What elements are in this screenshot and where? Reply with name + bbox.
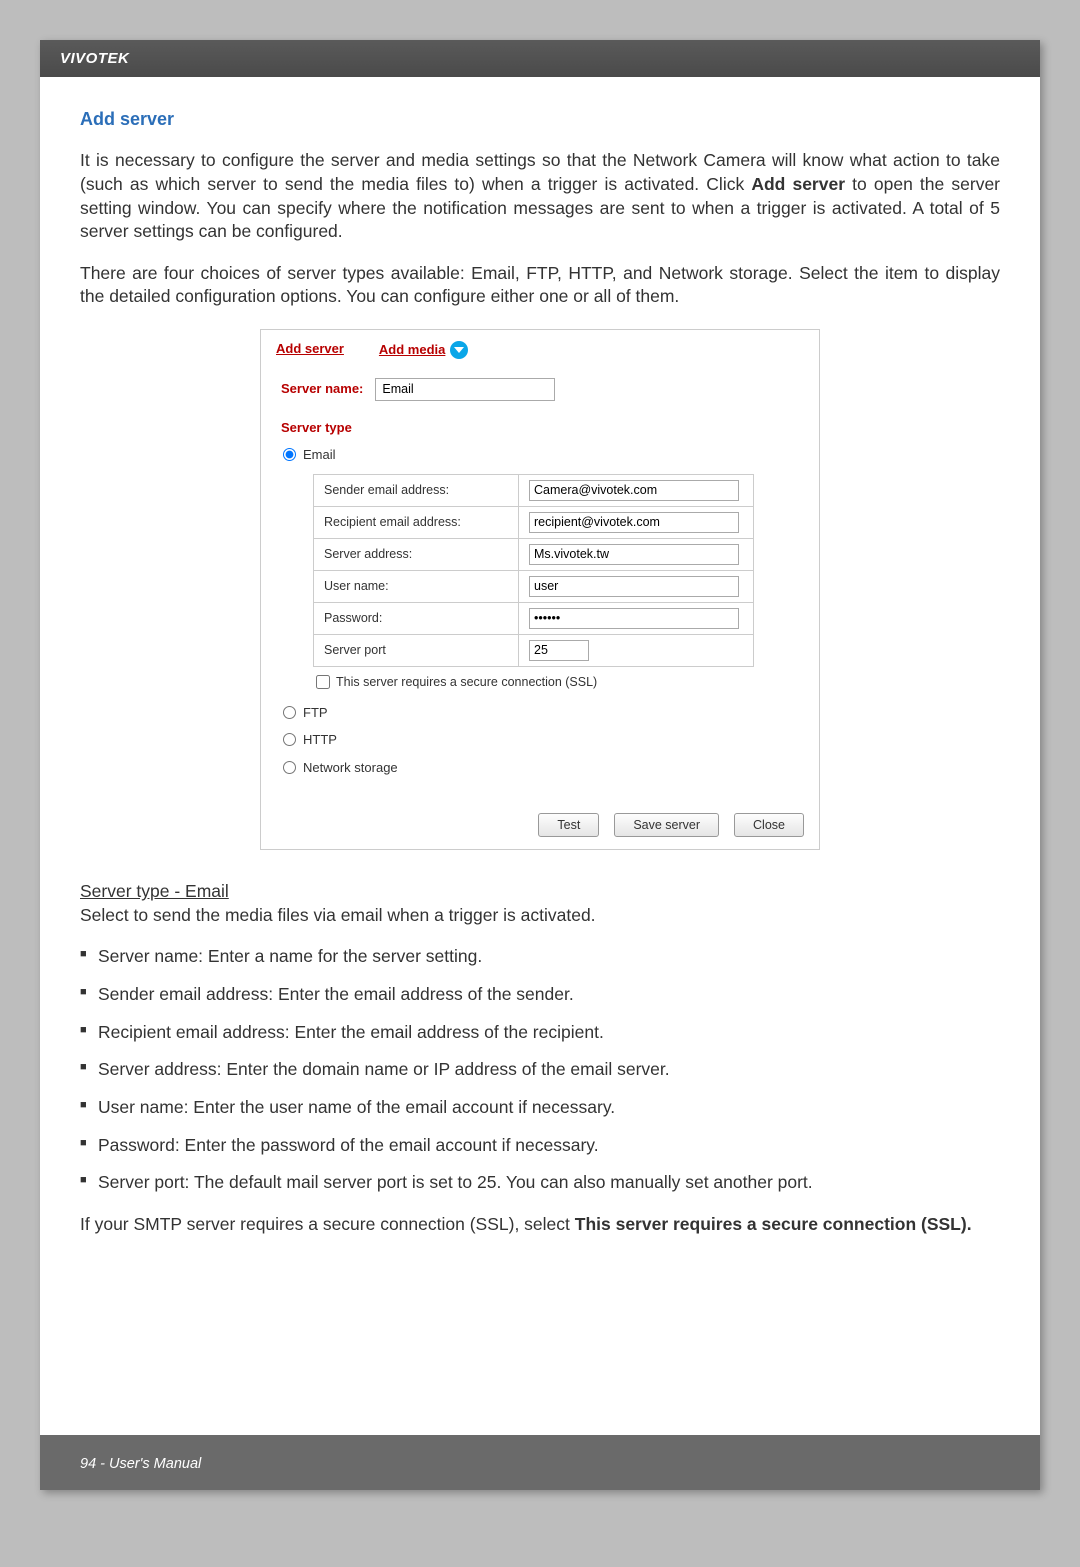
bullet-item: Password: Enter the password of the emai… (80, 1134, 1000, 1158)
radio-ftp-row: FTP (283, 704, 799, 722)
row-sender: Sender email address: (314, 474, 754, 506)
footer-text: 94 - User's Manual (80, 1456, 201, 1472)
header-bar: VIVOTEK (40, 40, 1040, 77)
chevron-down-icon (450, 341, 468, 359)
test-button[interactable]: Test (538, 813, 599, 837)
row-server-address: Server address: (314, 538, 754, 570)
radio-network-storage-label: Network storage (303, 759, 398, 777)
sender-label: Sender email address: (314, 474, 519, 506)
subsection-desc: Select to send the media files via email… (80, 904, 1000, 928)
subsection-heading: Server type - Email (80, 881, 229, 901)
server-port-input[interactable] (529, 640, 589, 661)
brand-text: VIVOTEK (60, 50, 129, 67)
dialog-wrapper: Add server Add media Server name: Server… (80, 329, 1000, 850)
server-dialog: Add server Add media Server name: Server… (260, 329, 820, 850)
close-button[interactable]: Close (734, 813, 804, 837)
radio-http-row: HTTP (283, 731, 799, 749)
dialog-button-row: Test Save server Close (261, 801, 819, 849)
bullet-item: Server address: Enter the domain name or… (80, 1058, 1000, 1082)
radio-http[interactable] (283, 733, 296, 746)
email-fields-table: Sender email address: Recipient email ad… (313, 474, 754, 667)
server-address-label: Server address: (314, 538, 519, 570)
bullet-item: Sender email address: Enter the email ad… (80, 983, 1000, 1007)
server-port-label: Server port (314, 634, 519, 666)
recipient-label: Recipient email address: (314, 506, 519, 538)
radio-email-label: Email (303, 446, 336, 464)
server-type-label: Server type (281, 419, 799, 437)
ssl-label: This server requires a secure connection… (336, 674, 597, 691)
password-label: Password: (314, 602, 519, 634)
sender-input[interactable] (529, 480, 739, 501)
bullet-item: Server port: The default mail server por… (80, 1171, 1000, 1195)
content-area: Add server It is necessary to configure … (40, 77, 1040, 1266)
row-password: Password: (314, 602, 754, 634)
dialog-tabs: Add server Add media (261, 330, 819, 360)
row-username: User name: (314, 570, 754, 602)
intro-paragraph-1: It is necessary to configure the server … (80, 149, 1000, 244)
bullet-item: User name: Enter the user name of the em… (80, 1096, 1000, 1120)
section-title: Add server (80, 107, 1000, 131)
recipient-input[interactable] (529, 512, 739, 533)
tab-add-server[interactable]: Add server (276, 340, 344, 360)
bullet-list: Server name: Enter a name for the server… (80, 945, 1000, 1194)
dialog-body: Server name: Server type Email Sender em… (261, 360, 819, 802)
username-input[interactable] (529, 576, 739, 597)
password-input[interactable] (529, 608, 739, 629)
server-address-input[interactable] (529, 544, 739, 565)
ssl-row: This server requires a secure connection… (316, 667, 799, 698)
final-paragraph: If your SMTP server requires a secure co… (80, 1213, 1000, 1237)
tab-add-media-wrapper[interactable]: Add media (379, 341, 468, 359)
intro-paragraph-2: There are four choices of server types a… (80, 262, 1000, 309)
bullet-item: Server name: Enter a name for the server… (80, 945, 1000, 969)
tab-add-media: Add media (379, 341, 445, 359)
server-name-row: Server name: (281, 378, 799, 401)
radio-network-storage-row: Network storage (283, 759, 799, 777)
save-server-button[interactable]: Save server (614, 813, 719, 837)
radio-email[interactable] (283, 448, 296, 461)
radio-network-storage[interactable] (283, 761, 296, 774)
server-name-label: Server name: (281, 380, 363, 398)
username-label: User name: (314, 570, 519, 602)
bullet-item: Recipient email address: Enter the email… (80, 1021, 1000, 1045)
radio-email-row: Email (283, 446, 799, 464)
row-server-port: Server port (314, 634, 754, 666)
radio-http-label: HTTP (303, 731, 337, 749)
radio-ftp-label: FTP (303, 704, 328, 722)
server-name-input[interactable] (375, 378, 555, 401)
page-container: VIVOTEK Add server It is necessary to co… (40, 40, 1040, 1490)
radio-ftp[interactable] (283, 706, 296, 719)
ssl-checkbox[interactable] (316, 675, 330, 689)
row-recipient: Recipient email address: (314, 506, 754, 538)
